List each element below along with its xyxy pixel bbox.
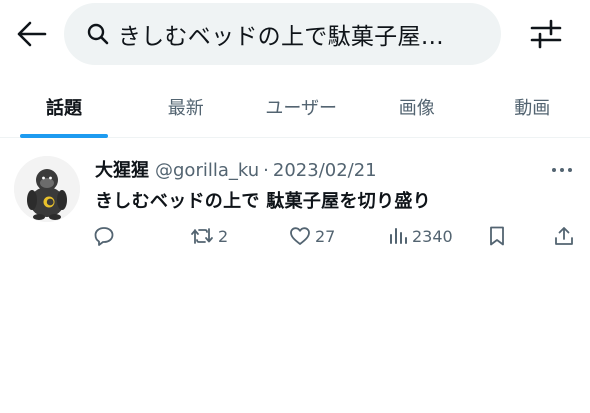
heart-icon: [289, 225, 311, 247]
search-icon: [86, 21, 112, 47]
share-button[interactable]: [553, 222, 575, 250]
reply-icon: [93, 225, 115, 247]
tab-photos[interactable]: 画像: [359, 76, 475, 137]
tab-label: 動画: [514, 97, 551, 119]
retweet-icon: [190, 225, 214, 247]
sliders-icon: [530, 19, 562, 53]
search-query-text: きしむベッドの上で駄菓子屋…: [117, 24, 445, 50]
display-name[interactable]: 大猩猩: [95, 156, 149, 182]
more-options-button[interactable]: [550, 158, 574, 176]
search-input[interactable]: きしむベッドの上で駄菓子屋…: [64, 3, 501, 65]
tab-label: 最新: [167, 97, 204, 119]
avatar[interactable]: [14, 156, 80, 222]
search-tabs: 話題 最新 ユーザー 画像 動画: [0, 76, 590, 138]
tab-label: 話題: [46, 97, 82, 119]
tab-videos[interactable]: 動画: [475, 76, 590, 137]
like-button[interactable]: 27: [289, 222, 335, 250]
reply-button[interactable]: [93, 222, 115, 250]
arrow-left-icon: [17, 21, 47, 51]
retweet-button[interactable]: 2: [190, 222, 228, 250]
tweet-card[interactable]: 大猩猩 @gorilla_ku · 2023/02/21 きしむベッドの上で 駄…: [0, 140, 590, 260]
tweet-date[interactable]: 2023/02/21: [273, 160, 377, 181]
user-handle[interactable]: @gorilla_ku: [155, 160, 259, 181]
views-count: 2340: [412, 226, 453, 246]
back-button[interactable]: [12, 16, 52, 56]
top-bar: きしむベッドの上で駄菓子屋…: [0, 0, 590, 70]
tweet-header: 大猩猩 @gorilla_ku · 2023/02/21: [95, 156, 377, 182]
retweet-count: 2: [218, 226, 229, 246]
active-tab-indicator: [20, 134, 108, 138]
tweet-actions: 2 27 2340: [0, 222, 590, 250]
share-icon: [553, 225, 575, 247]
like-count: 27: [315, 226, 336, 246]
search-filter-button[interactable]: [526, 16, 566, 56]
bookmark-button[interactable]: [487, 222, 507, 250]
bookmark-icon: [487, 225, 507, 247]
more-dots-icon: [551, 158, 573, 177]
tab-label: ユーザー: [265, 97, 338, 119]
views-button[interactable]: 2340: [388, 222, 453, 250]
tab-label: 画像: [398, 97, 435, 119]
views-chart-icon: [388, 225, 408, 247]
tab-top[interactable]: 話題: [0, 76, 128, 138]
tab-latest[interactable]: 最新: [128, 76, 244, 137]
separator-dot: ·: [263, 160, 269, 181]
tab-people[interactable]: ユーザー: [244, 76, 360, 137]
tweet-text: きしむベッドの上で 駄菓子屋を切り盛り: [95, 191, 431, 212]
